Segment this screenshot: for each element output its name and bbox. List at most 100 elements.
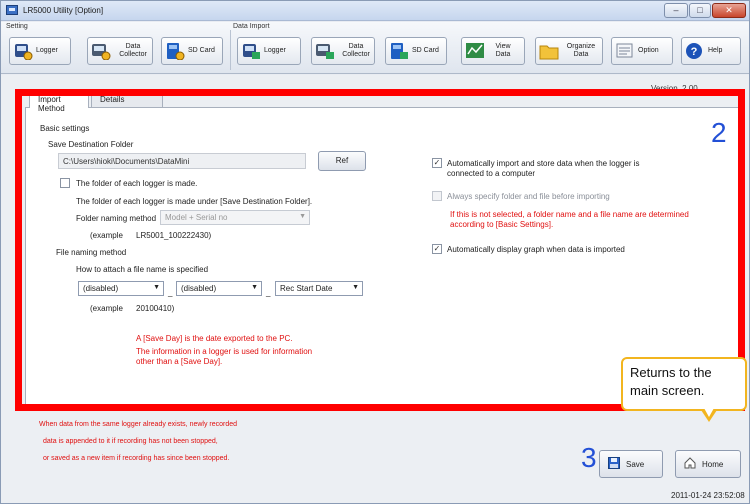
toolbar-separator xyxy=(230,30,231,70)
save-day-note-2: The information in a logger is used for … xyxy=(136,347,313,356)
home-button-label: Home xyxy=(702,459,724,469)
file-example-value: 20100410) xyxy=(136,304,175,313)
chevron-down-icon: ▼ xyxy=(153,284,160,291)
file-name-part3-select[interactable]: Rec Start Date ▼ xyxy=(275,281,363,296)
import-logger-label: Logger xyxy=(264,47,286,54)
file-name-part1-select[interactable]: (disabled) ▼ xyxy=(78,281,164,296)
always-specify-checkbox[interactable] xyxy=(432,191,442,201)
option-icon xyxy=(615,42,635,60)
title-bar[interactable]: LR5000 Utility [Option] – □ ✕ xyxy=(1,1,749,21)
save-day-note-3: other than a [Save Day]. xyxy=(136,357,223,366)
view-data-label: View Data xyxy=(495,43,511,58)
bottom-note-3: or saved as a new item if recording has … xyxy=(43,455,230,462)
folder-each-logger-label: The folder of each logger is made. xyxy=(76,179,198,188)
folder-example-value: LR5001_100222430) xyxy=(136,231,212,240)
folder-naming-label: Folder naming method xyxy=(76,214,157,223)
save-button[interactable]: Save xyxy=(599,450,663,478)
app-window: LR5000 Utility [Option] – □ ✕ Setting Da… xyxy=(0,0,750,504)
save-day-note-1: A [Save Day] is the date exported to the… xyxy=(136,334,293,343)
marker-two: 2 xyxy=(711,117,727,148)
minimize-button[interactable]: – xyxy=(664,3,688,18)
save-folder-field[interactable]: C:\Users\hioki\Documents\DataMini xyxy=(58,153,306,169)
logger-icon xyxy=(13,42,33,61)
folder-naming-select[interactable]: Model + Serial no ▼ xyxy=(160,210,310,225)
folder-each-logger-checkbox[interactable] xyxy=(60,178,70,188)
file-example-label: (example xyxy=(90,304,123,313)
separator-underscore: _ xyxy=(266,288,271,297)
auto-display-checkbox[interactable]: ✓ xyxy=(432,244,442,254)
help-button[interactable]: ? Help xyxy=(681,37,741,65)
version-text: Version 2.00 xyxy=(651,84,698,93)
chevron-down-icon: ▼ xyxy=(299,213,306,220)
auto-import-label-1: Automatically import and store data when… xyxy=(447,159,640,168)
option-label: Option xyxy=(638,47,659,54)
separator-underscore: _ xyxy=(168,288,173,297)
import-sd-card-button[interactable]: SD Card xyxy=(385,37,447,65)
folder-made-under-text: The folder of each logger is made under … xyxy=(76,197,313,206)
bottom-note-2: data is appended to it if recording has … xyxy=(43,438,218,445)
save-folder-label: Save Destination Folder xyxy=(48,140,134,149)
view-data-icon xyxy=(465,42,485,60)
setting-data-collector-button[interactable]: Data Collector xyxy=(87,37,153,65)
basic-settings-heading: Basic settings xyxy=(40,124,90,133)
chevron-down-icon: ▼ xyxy=(251,284,258,291)
setting-sd-card-button[interactable]: SD Card xyxy=(161,37,223,65)
folder-naming-value: Model + Serial no xyxy=(165,213,228,222)
always-specify-warning-1: If this is not selected, a folder name a… xyxy=(450,210,689,219)
file-naming-desc: How to attach a file name is specified xyxy=(76,265,209,274)
tab-details[interactable]: Details xyxy=(91,91,163,107)
ref-button[interactable]: Ref xyxy=(318,151,366,171)
auto-import-label-2: connected to a computer xyxy=(447,169,536,178)
auto-import-checkbox[interactable]: ✓ xyxy=(432,158,442,168)
file-name-part2-value: (disabled) xyxy=(181,284,217,293)
file-name-part1-value: (disabled) xyxy=(83,284,119,293)
maximize-button[interactable]: □ xyxy=(689,3,711,18)
close-button[interactable]: ✕ xyxy=(712,3,746,18)
home-icon xyxy=(684,457,696,471)
import-logger-button[interactable]: Logger xyxy=(237,37,301,65)
data-import-group-label: Data Import xyxy=(233,23,270,30)
main-area: Version 2.00 Import Method Details Basic… xyxy=(1,75,749,503)
file-name-part2-select[interactable]: (disabled) ▼ xyxy=(176,281,262,296)
always-specify-warning-2: according to [Basic Settings]. xyxy=(450,220,554,229)
callout-line-1: Returns to the xyxy=(630,365,712,380)
marker-three: 3 xyxy=(581,442,597,473)
auto-display-label: Automatically display graph when data is… xyxy=(447,245,625,254)
organize-data-label: Organize Data xyxy=(566,43,596,58)
setting-logger-label: Logger xyxy=(36,47,58,54)
view-data-button[interactable]: View Data xyxy=(461,37,525,65)
chevron-down-icon: ▼ xyxy=(352,284,359,291)
file-naming-heading: File naming method xyxy=(56,248,127,257)
import-data-collector-label: Data Collector xyxy=(342,43,370,58)
help-label: Help xyxy=(708,47,723,54)
option-button[interactable]: Option xyxy=(611,37,673,65)
folder-icon xyxy=(539,42,559,60)
status-timestamp: 2011-01-24 23:52:08 xyxy=(671,491,745,500)
organize-data-button[interactable]: Organize Data xyxy=(535,37,603,65)
always-specify-label: Always specify folder and file before im… xyxy=(447,192,610,201)
setting-logger-button[interactable]: Logger xyxy=(9,37,71,65)
import-data-collector-button[interactable]: Data Collector xyxy=(311,37,375,65)
home-button[interactable]: Home xyxy=(675,450,741,478)
import-sd-card-label: SD Card xyxy=(412,47,439,54)
save-button-label: Save xyxy=(626,459,645,469)
logger-import-icon xyxy=(241,42,261,60)
callout-home-tip: Returns to the main screen. xyxy=(621,357,747,411)
app-icon xyxy=(6,5,18,15)
setting-data-collector-label: Data Collector xyxy=(119,43,147,58)
help-icon: ? xyxy=(685,42,705,60)
save-icon xyxy=(608,457,620,471)
bottom-note-1: When data from the same logger already e… xyxy=(39,421,238,428)
tab-import-method[interactable]: Import Method xyxy=(29,91,89,113)
svg-text:?: ? xyxy=(691,46,698,58)
data-collector-icon xyxy=(91,42,111,61)
sd-card-import-icon xyxy=(389,42,409,60)
file-name-part3-value: Rec Start Date xyxy=(280,284,333,293)
setting-group-label: Setting xyxy=(6,23,28,30)
sd-card-icon xyxy=(165,42,185,61)
folder-example-label: (example xyxy=(90,231,123,240)
toolbar: Setting Data Import Logger Data Collecto… xyxy=(1,22,749,74)
callout-pointer xyxy=(701,408,717,422)
window-title: LR5000 Utility [Option] xyxy=(23,6,104,15)
setting-sd-card-label: SD Card xyxy=(188,47,215,54)
